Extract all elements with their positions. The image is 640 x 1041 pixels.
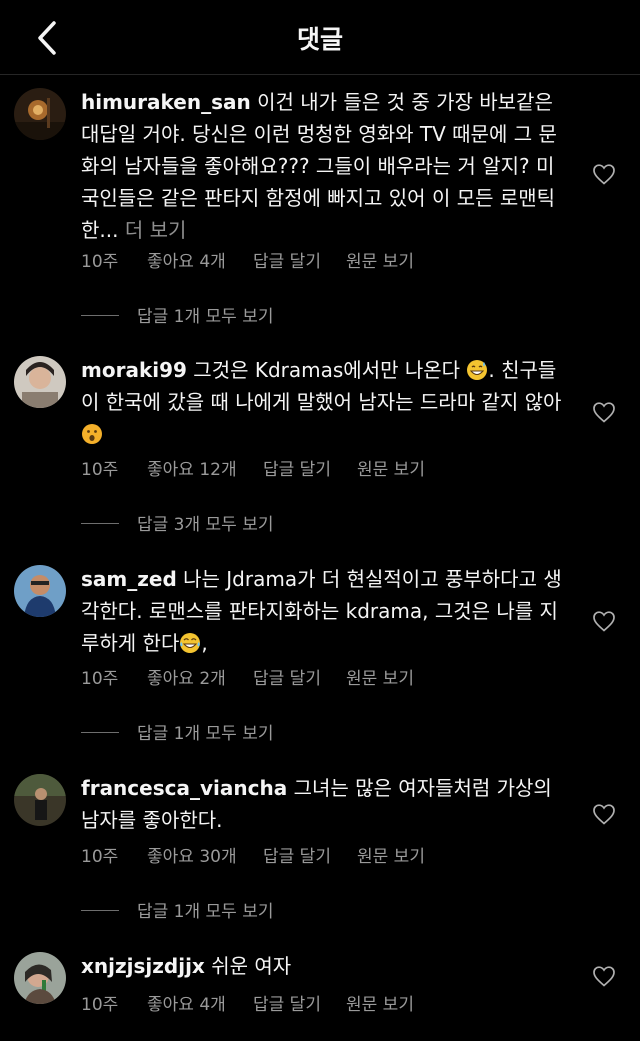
reply-button[interactable]: 답글 달기 xyxy=(263,842,331,867)
replies-divider xyxy=(81,315,119,316)
replies-divider xyxy=(81,523,119,524)
comment-username[interactable]: sam_zed xyxy=(81,567,177,591)
comment-body: xnjzjsjzdjjx 쉬운 여자 xyxy=(81,950,571,982)
replies-divider xyxy=(81,910,119,911)
heart-icon[interactable] xyxy=(592,163,616,185)
likes-count[interactable]: 좋아요 30개 xyxy=(147,842,237,867)
view-replies-label: 답글 3개 모두 보기 xyxy=(137,515,274,535)
reply-button[interactable]: 답글 달기 xyxy=(253,247,321,272)
heart-icon[interactable] xyxy=(592,803,616,825)
comment-time: 10주 xyxy=(81,995,119,1015)
page-title: 댓글 xyxy=(296,25,343,54)
tears-of-joy-emoji xyxy=(180,633,201,653)
reply-button[interactable]: 답글 달기 xyxy=(253,664,321,689)
avatar[interactable] xyxy=(14,952,66,1004)
surprised-face-emoji xyxy=(82,424,102,444)
top-bar: 댓글 xyxy=(0,0,640,75)
comment-time: 10주 xyxy=(81,460,119,480)
comment-body: sam_zed 나는 Jdrama가 더 현실적이고 풍부하다고 생각한다. 로… xyxy=(81,563,571,659)
reply-button[interactable]: 답글 달기 xyxy=(263,455,331,480)
comment-body: moraki99 그것은 Kdramas에서만 나온다 . 친구들이 한국에 갔… xyxy=(81,354,571,450)
chevron-left-icon xyxy=(38,21,56,55)
comment-username[interactable]: francesca_viancha xyxy=(81,776,287,800)
grinning-sweat-emoji xyxy=(467,360,488,380)
see-original-button[interactable]: 원문 보기 xyxy=(357,455,425,480)
view-replies-label: 답글 1개 모두 보기 xyxy=(137,307,274,327)
comment-time: 10주 xyxy=(81,252,119,272)
see-original-button[interactable]: 원문 보기 xyxy=(357,842,425,867)
likes-count[interactable]: 좋아요 4개 xyxy=(147,990,226,1015)
avatar[interactable] xyxy=(14,774,66,826)
likes-count[interactable]: 좋아요 12개 xyxy=(147,455,237,480)
heart-icon[interactable] xyxy=(592,401,616,423)
avatar[interactable] xyxy=(14,88,66,140)
avatar[interactable] xyxy=(14,356,66,408)
likes-count[interactable]: 좋아요 2개 xyxy=(147,664,226,689)
comment-username[interactable]: moraki99 xyxy=(81,358,187,382)
replies-divider xyxy=(81,732,119,733)
comment-text-cont: , xyxy=(201,631,208,655)
see-original-button[interactable]: 원문 보기 xyxy=(346,247,414,272)
comment-text: 그것은 Kdramas에서만 나온다 xyxy=(193,358,461,382)
comment-body: francesca_viancha 그녀는 많은 여자들처럼 가상의 남자를 좋… xyxy=(81,772,571,836)
heart-icon[interactable] xyxy=(592,610,616,632)
comment-username[interactable]: himuraken_san xyxy=(81,90,251,114)
view-replies-label: 답글 1개 모두 보기 xyxy=(137,724,274,744)
comment-time: 10주 xyxy=(81,847,119,867)
comment-text: 쉬운 여자 xyxy=(211,954,292,978)
see-original-button[interactable]: 원문 보기 xyxy=(346,990,414,1015)
avatar[interactable] xyxy=(14,565,66,617)
more-link[interactable]: 더 보기 xyxy=(125,218,187,242)
comment-time: 10주 xyxy=(81,669,119,689)
comment-username[interactable]: xnjzjsjzdjjx xyxy=(81,954,205,978)
back-button[interactable] xyxy=(28,18,68,58)
view-replies-label: 답글 1개 모두 보기 xyxy=(137,902,274,922)
reply-button[interactable]: 답글 달기 xyxy=(253,990,321,1015)
comment-body: himuraken_san 이건 내가 들은 것 중 가장 바보같은 대답일 거… xyxy=(81,86,571,246)
see-original-button[interactable]: 원문 보기 xyxy=(346,664,414,689)
likes-count[interactable]: 좋아요 4개 xyxy=(147,247,226,272)
heart-icon[interactable] xyxy=(592,965,616,987)
